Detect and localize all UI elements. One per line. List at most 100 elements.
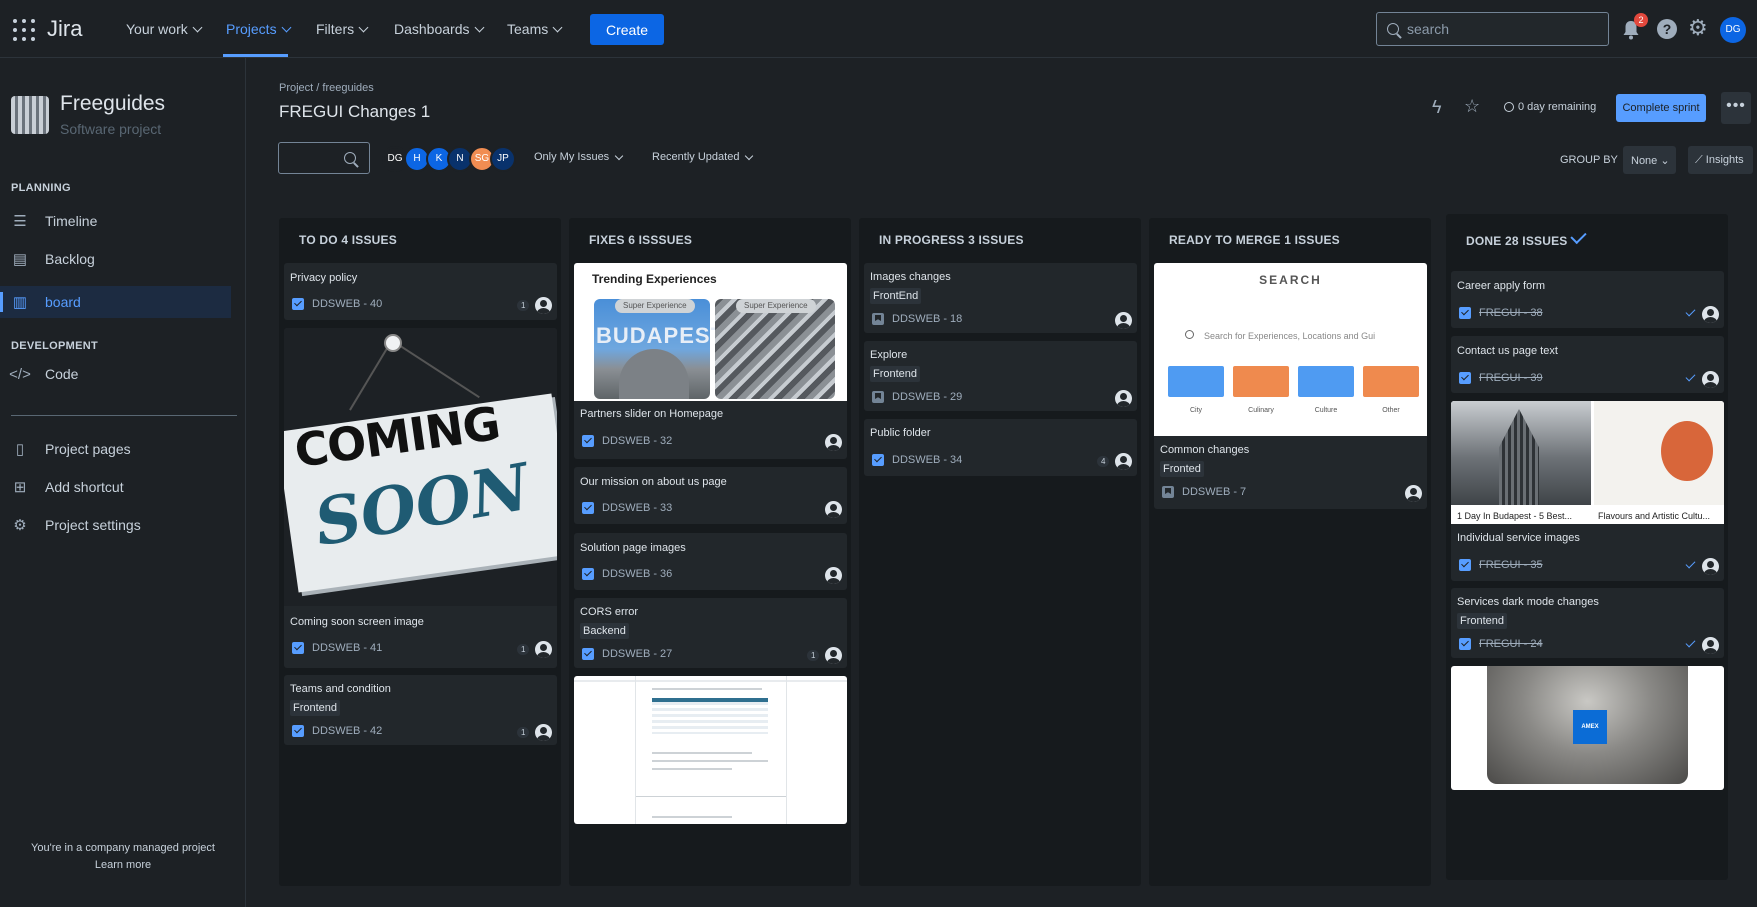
- sidebar-item-board[interactable]: ▥ board: [0, 286, 231, 318]
- issue-key[interactable]: DDSWEB - 40: [312, 298, 382, 310]
- more-actions-button[interactable]: •••: [1721, 92, 1751, 124]
- chevron-down-icon: [281, 22, 292, 32]
- complete-sprint-button[interactable]: Complete sprint: [1616, 94, 1706, 122]
- issue-card[interactable]: 1 Day In Budapest - 5 Best... Flavours a…: [1451, 401, 1724, 581]
- only-my-issues-filter[interactable]: Only My Issues: [534, 151, 624, 163]
- issue-card[interactable]: [574, 676, 847, 824]
- culture-tile: [1298, 366, 1354, 397]
- story-points: 1: [807, 650, 820, 661]
- assignee-avatar[interactable]: [535, 724, 552, 741]
- assignee-avatar[interactable]: [1115, 390, 1132, 407]
- assignee-avatar[interactable]: [1115, 453, 1132, 470]
- insights-button[interactable]: ⟋ Insights: [1688, 146, 1753, 174]
- star-icon[interactable]: ☆: [1464, 96, 1480, 117]
- doc-line: [652, 816, 732, 818]
- resolved-check-icon: [1685, 371, 1696, 382]
- assignee-avatar[interactable]: [1702, 371, 1719, 388]
- sidebar-item-timeline[interactable]: ☰ Timeline: [0, 205, 231, 237]
- chevron-down-icon: [474, 22, 484, 32]
- board-search-input[interactable]: [278, 142, 370, 174]
- issue-card[interactable]: Solution page images DDSWEB - 36: [574, 533, 847, 590]
- card-title: Our mission on about us page: [580, 476, 727, 488]
- help-icon[interactable]: ?: [1657, 19, 1677, 39]
- issue-key[interactable]: DDSWEB - 7: [1182, 486, 1246, 498]
- issue-key[interactable]: FREGUI - 39: [1479, 372, 1543, 384]
- assignee-avatar[interactable]: [1115, 312, 1132, 329]
- issue-key[interactable]: DDSWEB - 41: [312, 642, 382, 654]
- issue-key[interactable]: DDSWEB - 29: [892, 391, 962, 403]
- issue-card[interactable]: Privacy policy DDSWEB - 40 1: [284, 263, 557, 320]
- issue-card[interactable]: Teams and condition Frontend DDSWEB - 42…: [284, 675, 557, 745]
- automation-lightning-icon[interactable]: ϟ: [1432, 97, 1442, 118]
- sidebar-item-label: Timeline: [45, 213, 98, 229]
- assignee-avatar[interactable]: [825, 647, 842, 664]
- story-points: 1: [517, 300, 530, 311]
- sidebar-item-project-settings[interactable]: ⚙ Project settings: [0, 509, 231, 541]
- issue-key[interactable]: FREGUI - 38: [1479, 307, 1543, 319]
- issue-key[interactable]: DDSWEB - 32: [602, 435, 672, 447]
- issue-key[interactable]: DDSWEB - 34: [892, 454, 962, 466]
- assignee-avatar[interactable]: [1702, 306, 1719, 323]
- sidebar-item-project-pages[interactable]: ▯ Project pages: [0, 433, 231, 465]
- assignee-avatar[interactable]: [825, 434, 842, 451]
- avatar-filter[interactable]: JP: [490, 146, 516, 172]
- assignee-avatar[interactable]: [535, 297, 552, 314]
- issue-card[interactable]: Public folder DDSWEB - 34 4: [864, 419, 1137, 476]
- create-button[interactable]: Create: [590, 14, 664, 45]
- issue-key[interactable]: DDSWEB - 42: [312, 725, 382, 737]
- assignee-avatar[interactable]: [535, 641, 552, 658]
- user-avatar[interactable]: DG: [1720, 17, 1746, 43]
- group-by-select[interactable]: None ⌄: [1623, 146, 1676, 174]
- recently-updated-filter[interactable]: Recently Updated: [652, 151, 754, 163]
- issue-card[interactable]: Trending Experiences BUDAPEST Super Expe…: [574, 263, 847, 459]
- issue-card[interactable]: SEARCH Search for Experiences, Locations…: [1154, 263, 1427, 509]
- sidebar-item-add-shortcut[interactable]: ⊞ Add shortcut: [0, 471, 231, 503]
- issue-key[interactable]: DDSWEB - 33: [602, 502, 672, 514]
- learn-more-link[interactable]: Learn more: [0, 859, 246, 871]
- nav-teams[interactable]: Teams: [507, 21, 563, 37]
- task-type-icon: [292, 298, 304, 310]
- issue-card[interactable]: Images changes FrontEnd DDSWEB - 18: [864, 263, 1137, 333]
- culinary-tile: [1233, 366, 1289, 397]
- assignee-avatar[interactable]: [1702, 637, 1719, 654]
- project-avatar-icon: [11, 96, 49, 134]
- search-input[interactable]: [1407, 21, 1587, 37]
- issue-card[interactable]: Services dark mode changes Frontend FREG…: [1451, 588, 1724, 658]
- nav-filters[interactable]: Filters: [316, 21, 369, 37]
- sidebar-item-backlog[interactable]: ▤ Backlog: [0, 243, 231, 275]
- done-check-icon: [1570, 227, 1587, 245]
- settings-icon: ⚙: [13, 517, 27, 534]
- issue-card[interactable]: Contact us page text FREGUI - 39: [1451, 336, 1724, 393]
- global-search[interactable]: [1376, 12, 1609, 46]
- settings-gear-icon[interactable]: ⚙: [1688, 17, 1708, 39]
- doc-table: [652, 698, 768, 734]
- nav-dashboards[interactable]: Dashboards: [394, 21, 484, 37]
- nav-label: Your work: [126, 21, 188, 37]
- assignee-avatar[interactable]: [1702, 558, 1719, 575]
- issue-card[interactable]: Explore Frontend DDSWEB - 29: [864, 341, 1137, 411]
- jira-logo[interactable]: Jira: [47, 16, 82, 42]
- breadcrumb[interactable]: Project / freeguides: [279, 82, 374, 94]
- app-switcher-icon[interactable]: [13, 19, 35, 41]
- card-footer: DDSWEB - 33: [582, 502, 672, 514]
- sidebar-item-code[interactable]: </> Code: [0, 358, 231, 390]
- card-footer: FREGUI - 35: [1459, 559, 1543, 571]
- assignee-avatar[interactable]: [1405, 485, 1422, 502]
- issue-card[interactable]: COMING SOON Coming soon screen image DDS…: [284, 328, 557, 668]
- issue-key[interactable]: FREGUI - 24: [1479, 638, 1543, 650]
- cover-text: BUDAPEST: [596, 323, 726, 348]
- assignee-avatar[interactable]: [825, 501, 842, 518]
- nav-projects[interactable]: Projects: [226, 21, 292, 37]
- assignee-avatar[interactable]: [825, 567, 842, 584]
- nav-your-work[interactable]: Your work: [126, 21, 203, 37]
- issue-key[interactable]: DDSWEB - 18: [892, 313, 962, 325]
- issue-card[interactable]: Our mission on about us page DDSWEB - 33: [574, 467, 847, 524]
- card-cover-image: Trending Experiences BUDAPEST Super Expe…: [574, 263, 847, 401]
- issue-key[interactable]: DDSWEB - 27: [602, 648, 672, 660]
- issue-card[interactable]: AMEX: [1451, 666, 1724, 790]
- issue-key[interactable]: DDSWEB - 36: [602, 568, 672, 580]
- issue-key[interactable]: FREGUI - 35: [1479, 559, 1543, 571]
- issue-card[interactable]: Career apply form FREGUI - 38: [1451, 271, 1724, 328]
- issue-card[interactable]: CORS error Backend DDSWEB - 27 1: [574, 598, 847, 668]
- development-section-label: DEVELOPMENT: [11, 340, 99, 352]
